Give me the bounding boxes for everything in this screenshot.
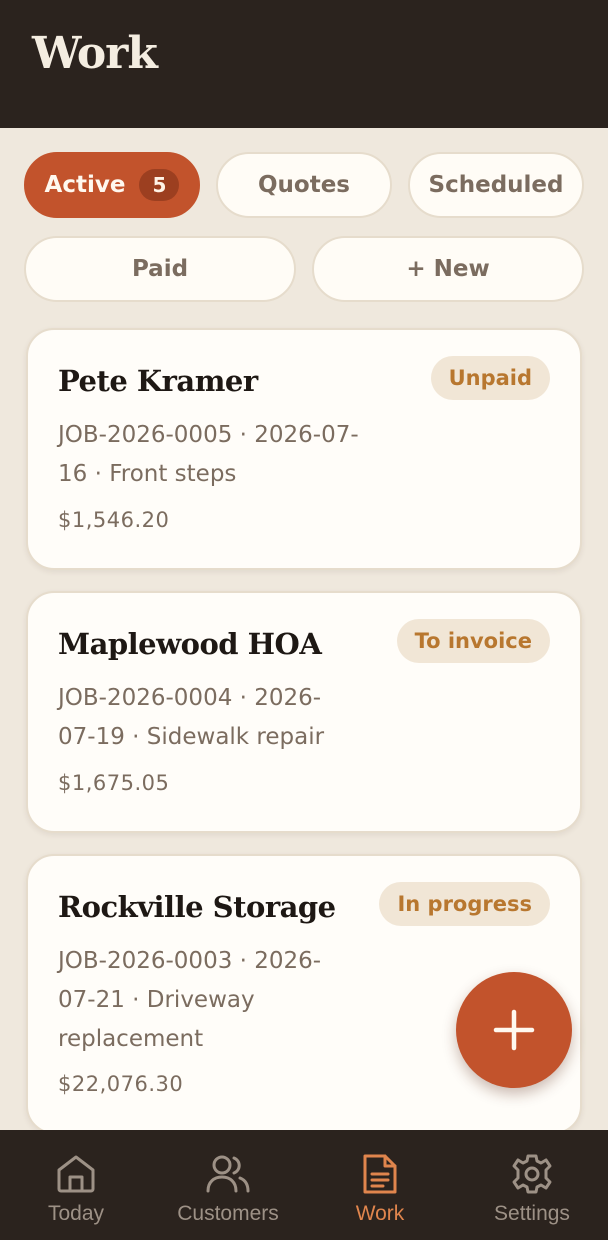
job-meta-line: JOB-2026-0003 · 2026- xyxy=(58,948,322,974)
job-meta-line: JOB-2026-0005 · 2026-07- xyxy=(58,422,359,448)
job-amount: $22,076.30 xyxy=(58,1072,184,1096)
document-icon xyxy=(358,1152,402,1196)
job-status-badge: In progress xyxy=(379,882,550,926)
active-count-badge: 5 xyxy=(139,169,180,201)
filter-quotes-label: Quotes xyxy=(257,172,350,198)
job-card[interactable]: Maplewood HOA To invoice JOB-2026-0004 ·… xyxy=(26,591,582,833)
filter-scheduled-chip[interactable]: Scheduled xyxy=(408,152,584,218)
nav-label: Work xyxy=(355,1202,405,1225)
new-job-chip[interactable]: + New xyxy=(312,236,584,302)
users-icon xyxy=(206,1152,250,1196)
home-icon xyxy=(54,1152,98,1196)
bottom-nav: Today Customers Work Settings xyxy=(0,1130,608,1240)
job-card[interactable]: Pete Kramer Unpaid JOB-2026-0005 · 2026-… xyxy=(26,328,582,570)
job-meta: JOB-2026-0004 · 2026- 07-19 · Sidewalk r… xyxy=(58,679,408,757)
job-meta-line: 07-19 · Sidewalk repair xyxy=(58,724,325,750)
job-status-badge: To invoice xyxy=(396,619,550,663)
job-customer-name: Maplewood HOA xyxy=(58,627,322,661)
nav-item-settings[interactable]: Settings xyxy=(456,1130,608,1240)
nav-label: Settings xyxy=(494,1202,570,1225)
filter-active-label: Active xyxy=(44,172,126,198)
nav-label: Today xyxy=(47,1202,105,1225)
job-status-badge: Unpaid xyxy=(430,356,550,400)
new-job-label: + New xyxy=(406,256,490,282)
job-meta: JOB-2026-0005 · 2026-07- 16 · Front step… xyxy=(58,416,408,494)
filter-scheduled-label: Scheduled xyxy=(428,172,564,198)
filter-paid-chip[interactable]: Paid xyxy=(24,236,296,302)
plus-icon xyxy=(493,1009,535,1051)
add-job-fab[interactable] xyxy=(456,972,572,1088)
job-amount: $1,675.05 xyxy=(58,771,170,795)
filter-quotes-chip[interactable]: Quotes xyxy=(216,152,392,218)
job-meta-line: 16 · Front steps xyxy=(58,461,237,487)
page-title: Work xyxy=(32,28,158,79)
nav-item-today[interactable]: Today xyxy=(0,1130,152,1240)
job-meta-line: replacement xyxy=(58,1026,204,1052)
job-customer-name: Pete Kramer xyxy=(58,364,258,398)
job-customer-name: Rockville Storage xyxy=(58,890,336,924)
filter-active-chip[interactable]: Active 5 xyxy=(24,152,200,218)
nav-item-customers[interactable]: Customers xyxy=(152,1130,304,1240)
app-header: Work xyxy=(0,0,608,128)
gear-icon xyxy=(510,1152,554,1196)
job-meta-line: JOB-2026-0004 · 2026- xyxy=(58,685,322,711)
job-amount: $1,546.20 xyxy=(58,508,170,532)
job-meta: JOB-2026-0003 · 2026- 07-21 · Driveway r… xyxy=(58,942,408,1059)
filter-paid-label: Paid xyxy=(131,256,189,282)
nav-item-work[interactable]: Work xyxy=(304,1130,456,1240)
job-meta-line: 07-21 · Driveway xyxy=(58,987,255,1013)
nav-label: Customers xyxy=(177,1202,279,1225)
